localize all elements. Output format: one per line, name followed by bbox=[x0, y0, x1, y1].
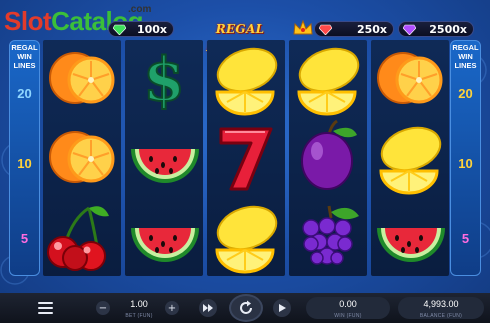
orange-symbol bbox=[43, 40, 121, 118]
orange-symbol bbox=[371, 40, 449, 118]
balance-label: BALANCE (FUN) bbox=[419, 313, 463, 319]
reel-1 bbox=[43, 40, 121, 276]
win-lines-label: REGAL WIN LINES bbox=[452, 43, 479, 70]
bet-label: BET (FUN) bbox=[125, 313, 153, 319]
plum-symbol bbox=[289, 119, 367, 197]
win-lines-5: 5 bbox=[461, 231, 470, 246]
jackpot-bar: 100x REGAL INFERNO 250x 2500x bbox=[0, 19, 490, 54]
reel-2: $ bbox=[125, 40, 203, 276]
win-lines-panel-left: REGAL WIN LINES 20 10 5 bbox=[9, 40, 40, 276]
purple-gem-icon bbox=[403, 24, 416, 35]
win-lines-label: REGAL WIN LINES bbox=[11, 43, 38, 70]
turbo-button[interactable] bbox=[199, 299, 217, 317]
spin-button[interactable] bbox=[229, 294, 263, 322]
crown-icon bbox=[293, 19, 313, 35]
lemon-symbol bbox=[207, 198, 285, 276]
watermelon-symbol bbox=[125, 198, 203, 276]
jackpot-mini: 100x bbox=[108, 21, 174, 37]
reel-4 bbox=[289, 40, 367, 276]
svg-text:$: $ bbox=[143, 45, 185, 115]
reel-grid: $ bbox=[43, 40, 449, 276]
game-title: REGAL INFERNO bbox=[206, 22, 273, 54]
autoplay-button[interactable] bbox=[273, 299, 291, 317]
menu-icon[interactable] bbox=[38, 302, 53, 314]
balance-value: 4,993.00 bbox=[423, 299, 459, 309]
lemon-symbol bbox=[371, 119, 449, 197]
jackpot-grand: 2500x bbox=[398, 21, 474, 37]
win-lines-20: 20 bbox=[17, 86, 32, 101]
reel-5 bbox=[371, 40, 449, 276]
grapes-symbol bbox=[289, 198, 367, 276]
jackpot-major: 250x bbox=[314, 21, 394, 37]
watermelon-symbol bbox=[371, 198, 449, 276]
red-gem-icon bbox=[319, 24, 332, 35]
lemon-symbol bbox=[207, 40, 285, 118]
reel-3 bbox=[207, 40, 285, 276]
win-lines-panel-right: REGAL WIN LINES 20 10 5 bbox=[450, 40, 481, 276]
spin-arrow-icon bbox=[240, 300, 252, 314]
win-lines-10: 10 bbox=[17, 156, 32, 171]
fast-forward-icon bbox=[203, 304, 213, 312]
lemon-symbol bbox=[289, 40, 367, 118]
play-icon bbox=[279, 304, 286, 312]
win-lines-10: 10 bbox=[458, 156, 473, 171]
watermelon-symbol bbox=[125, 119, 203, 197]
win-label: WIN (FUN) bbox=[334, 313, 362, 319]
control-bar: − 1.00 BET (FUN) + 0.00 WIN (FUN) 4,993.… bbox=[0, 293, 490, 323]
dollar-symbol: $ bbox=[125, 40, 203, 118]
seven-symbol bbox=[207, 119, 285, 197]
bet-increase-button[interactable]: + bbox=[165, 301, 179, 315]
green-gem-icon bbox=[113, 24, 126, 35]
win-lines-20: 20 bbox=[458, 86, 473, 101]
bet-decrease-button[interactable]: − bbox=[96, 301, 110, 315]
win-value: 0.00 bbox=[339, 299, 357, 309]
win-lines-5: 5 bbox=[20, 231, 29, 246]
bet-value: 1.00 bbox=[130, 299, 148, 309]
orange-symbol bbox=[43, 119, 121, 197]
cherries-symbol bbox=[43, 198, 121, 276]
